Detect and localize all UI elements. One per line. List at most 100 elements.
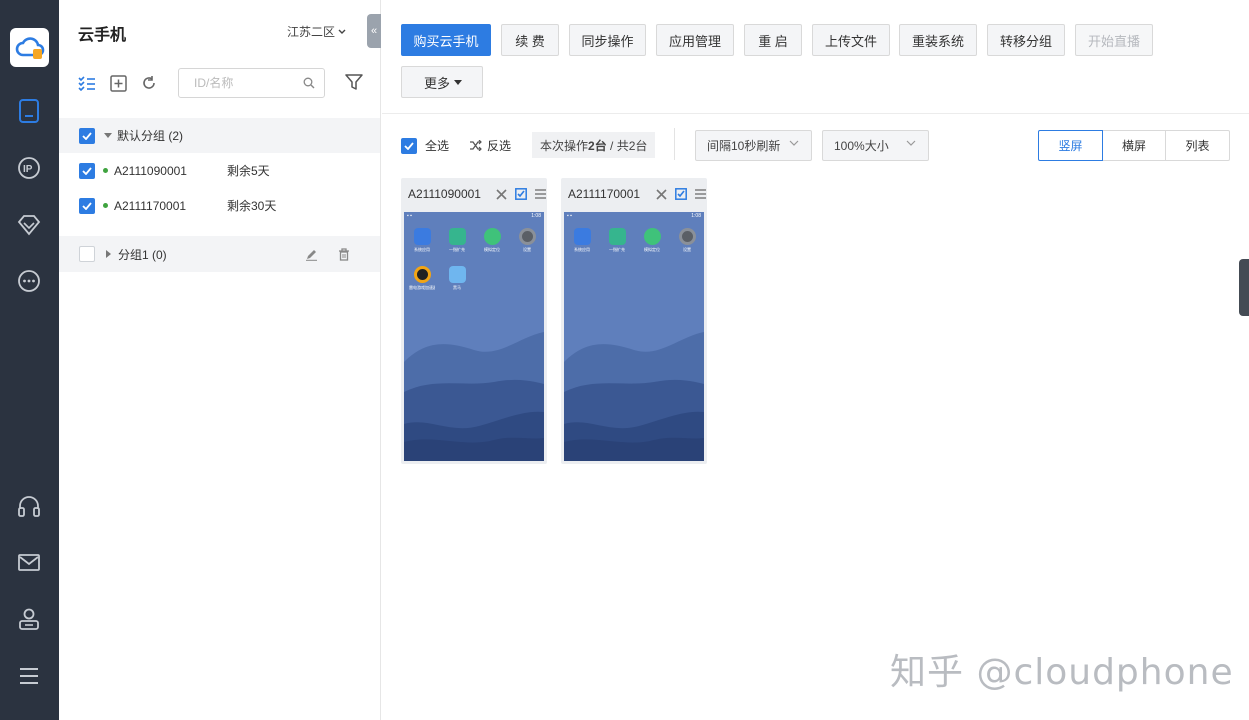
- app-label: 一指扩充: [609, 247, 625, 252]
- move-group-button[interactable]: 转移分组: [987, 24, 1065, 56]
- close-icon[interactable]: [656, 188, 667, 200]
- refresh-interval-value: 间隔10秒刷新: [707, 139, 781, 153]
- batch-select-icon[interactable]: [78, 74, 96, 92]
- location-pin-icon: [643, 228, 661, 245]
- view-portrait-button[interactable]: 竖屏: [1038, 130, 1103, 161]
- device-card[interactable]: A2111170001 ▪ ▪ 1:08 系统应用 一指扩充 模拟定位 设置: [561, 178, 707, 464]
- online-status-dot: [103, 168, 108, 173]
- operation-count-selected: 2台: [588, 138, 607, 153]
- more-dropdown-button[interactable]: 更多: [401, 66, 483, 98]
- device-checkbox[interactable]: [79, 197, 95, 214]
- buy-cloud-phone-button[interactable]: 购买云手机: [401, 24, 491, 56]
- side-drawer-handle[interactable]: [1239, 259, 1249, 316]
- group-checkbox[interactable]: [79, 127, 95, 144]
- group-checkbox[interactable]: [79, 246, 95, 262]
- refresh-interval-select[interactable]: 间隔10秒刷新: [695, 130, 812, 161]
- ip-icon[interactable]: IP: [17, 156, 41, 180]
- device-card-header: A2111090001: [401, 178, 547, 210]
- device-checkbox[interactable]: [79, 162, 95, 179]
- check-square-icon[interactable]: [515, 188, 527, 200]
- group-header-default[interactable]: 默认分组 (2): [59, 118, 380, 153]
- app-settings[interactable]: 设置: [514, 228, 540, 252]
- app-mock-location[interactable]: 模拟定位: [479, 228, 505, 252]
- headset-icon[interactable]: [17, 494, 41, 518]
- caret-down-icon: [454, 80, 462, 85]
- shuffle-icon: [470, 140, 482, 151]
- device-row[interactable]: A2111090001 剩余5天: [59, 153, 380, 188]
- location-pin-icon: [483, 228, 501, 245]
- operation-count: 本次操作 2台 / 共2台: [532, 132, 656, 158]
- hamburger-menu-icon[interactable]: [535, 189, 546, 199]
- search-input[interactable]: [194, 76, 300, 90]
- vip-diamond-icon[interactable]: [17, 213, 41, 237]
- device-screen[interactable]: ▪ ▪ 1:08 系统应用 一指扩充 模拟定位 设置 雷电游戏加速器 黑马: [404, 212, 544, 461]
- app-game-booster[interactable]: 雷电游戏加速器: [409, 266, 435, 290]
- screen-size-select[interactable]: 100%大小: [822, 130, 929, 161]
- more-label: 更多: [423, 75, 450, 91]
- app-weather[interactable]: 黑马: [444, 266, 470, 290]
- app-label: 系统应用: [574, 247, 590, 252]
- phone-icon[interactable]: [17, 99, 41, 123]
- sync-operation-button[interactable]: 同步操作: [569, 24, 646, 56]
- operation-count-total: / 共2台: [606, 138, 648, 153]
- hamburger-menu-icon[interactable]: [695, 189, 706, 199]
- app-mock-location[interactable]: 模拟定位: [639, 228, 665, 252]
- app-logo[interactable]: [10, 28, 49, 67]
- filter-icon[interactable]: [345, 73, 363, 96]
- menu-icon[interactable]: [17, 664, 41, 688]
- mail-icon[interactable]: [17, 551, 41, 575]
- user-icon[interactable]: [17, 607, 41, 631]
- app-one-finger[interactable]: 一指扩充: [604, 228, 630, 252]
- region-selector[interactable]: 江苏二区: [287, 23, 346, 40]
- app-management-button[interactable]: 应用管理: [656, 24, 734, 56]
- device-screen[interactable]: ▪ ▪ 1:08 系统应用 一指扩充 模拟定位 设置: [564, 212, 704, 461]
- app-label: 雷电游戏加速器: [409, 285, 435, 290]
- collapse-sidebar-button[interactable]: «: [367, 14, 381, 48]
- device-remaining: 剩余5天: [227, 164, 270, 178]
- toolbar-divider: [382, 113, 1249, 114]
- reboot-button[interactable]: 重 启: [744, 24, 802, 56]
- refresh-icon[interactable]: [140, 74, 158, 92]
- chevron-down-icon: [789, 140, 799, 146]
- app-system[interactable]: 系统应用: [409, 228, 435, 252]
- reinstall-system-button[interactable]: 重装系统: [899, 24, 977, 56]
- search-icon[interactable]: [303, 77, 315, 89]
- app-one-finger[interactable]: 一指扩充: [444, 228, 470, 252]
- search-box: [178, 68, 325, 98]
- app-label: 黑马: [453, 285, 461, 290]
- app-icon: [413, 266, 431, 283]
- caret-down-icon[interactable]: [104, 132, 112, 139]
- select-all-checkbox[interactable]: [401, 137, 417, 154]
- start-live-button[interactable]: 开始直播: [1075, 24, 1153, 56]
- select-all-control[interactable]: 全选: [401, 137, 449, 154]
- group-header-1[interactable]: 分组1 (0): [59, 236, 380, 272]
- delete-trash-icon[interactable]: [338, 247, 350, 261]
- online-status-dot: [103, 203, 108, 208]
- device-row[interactable]: A2111170001 剩余30天: [59, 188, 380, 223]
- invert-label: 反选: [487, 139, 512, 153]
- more-circle-icon[interactable]: [17, 269, 41, 293]
- app-settings[interactable]: 设置: [674, 228, 700, 252]
- check-square-icon[interactable]: [675, 188, 687, 200]
- device-card[interactable]: A2111090001 ▪ ▪ 1:08 系统应用 一指扩充 模拟定位 设置 雷电…: [401, 178, 547, 464]
- view-landscape-button[interactable]: 横屏: [1102, 130, 1166, 161]
- renew-button[interactable]: 续 费: [501, 24, 559, 56]
- device-card-id: A2111090001: [408, 187, 481, 201]
- view-list-button[interactable]: 列表: [1165, 130, 1230, 161]
- app-label: 一指扩充: [449, 247, 465, 252]
- add-group-icon[interactable]: [109, 74, 127, 92]
- edit-pencil-icon[interactable]: [305, 248, 318, 261]
- app-label: 系统应用: [414, 247, 430, 252]
- app-icon: [573, 228, 591, 245]
- chevron-down-icon: [338, 29, 346, 34]
- invert-selection-control[interactable]: 反选: [469, 137, 511, 154]
- app-icon: [608, 228, 626, 245]
- device-id: A2111090001: [114, 163, 187, 178]
- app-system[interactable]: 系统应用: [569, 228, 595, 252]
- app-icon: [413, 228, 431, 245]
- app-label: 设置: [523, 247, 531, 252]
- caret-right-icon[interactable]: [106, 250, 112, 258]
- double-chevron-left-icon: «: [370, 25, 378, 37]
- close-icon[interactable]: [496, 188, 507, 200]
- upload-file-button[interactable]: 上传文件: [812, 24, 890, 56]
